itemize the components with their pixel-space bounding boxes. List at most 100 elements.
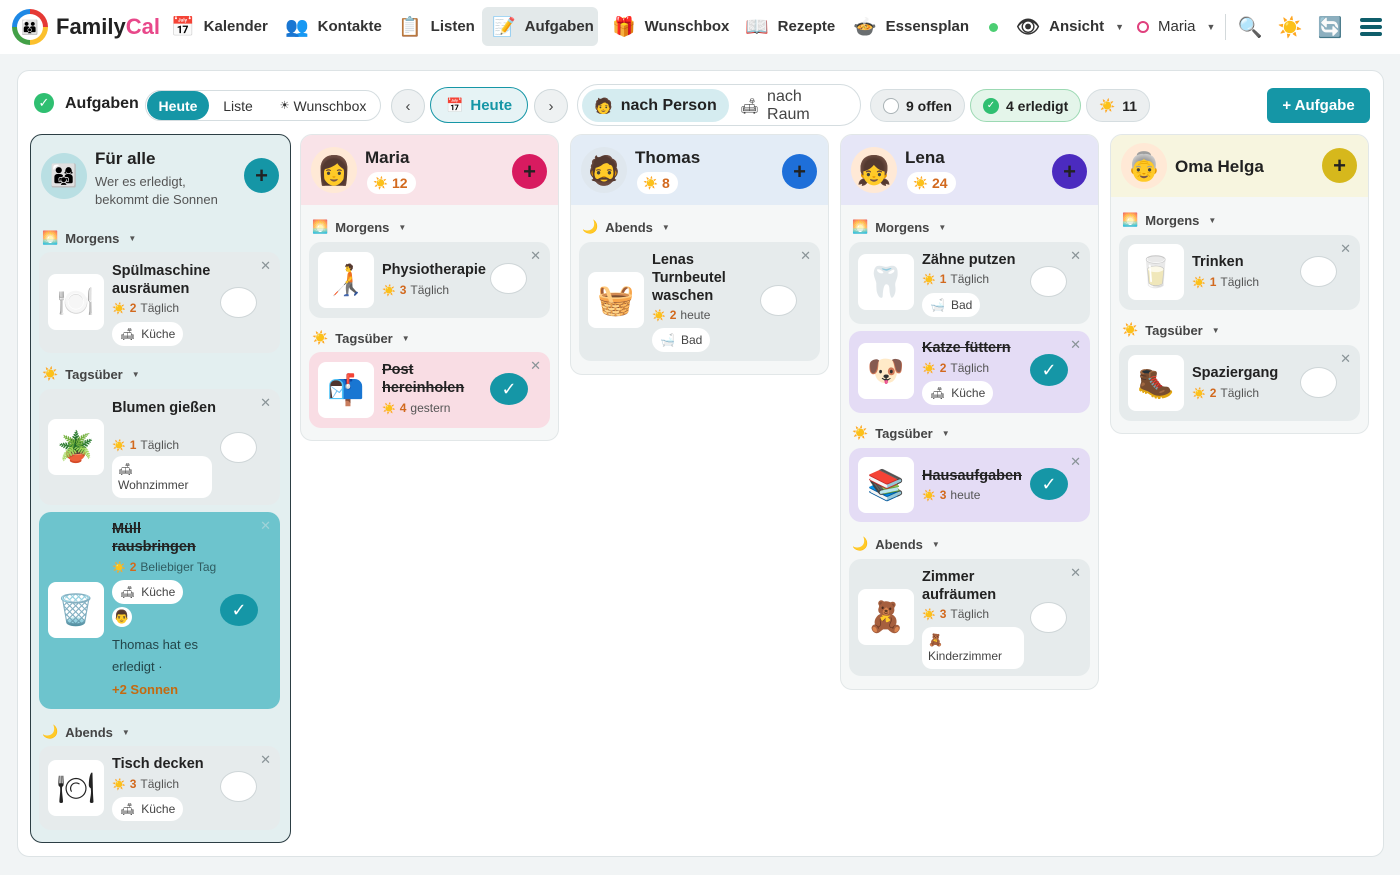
seg-wunschbox[interactable]: ☀ Wunschbox <box>267 91 379 120</box>
physiotherapy-icon: 🧑‍🦯 <box>318 252 374 308</box>
section-label: Morgens <box>875 219 930 235</box>
section-abends[interactable]: 🌙 Abends ▼ <box>852 536 940 552</box>
mailbox-icon: 📬 <box>318 362 374 418</box>
nav-wunschbox[interactable]: 🎁 Wunschbox <box>602 7 739 46</box>
task-meta: ☀️ 1 Täglich <box>112 438 179 452</box>
task-card-spaziergang[interactable]: 🥾 Spaziergang ☀️ 2 Täglich ✕ <box>1119 345 1360 421</box>
complete-toggle[interactable] <box>490 263 527 294</box>
prev-day-button[interactable]: ‹ <box>391 89 425 123</box>
complete-toggle[interactable] <box>220 432 257 463</box>
complete-toggle[interactable] <box>1300 367 1337 398</box>
task-card-muell[interactable]: 🗑️ Müll rausbringen ☀️ 2 Beliebiger Tag 🛋 K… <box>39 512 280 709</box>
completed-check[interactable]: ✓ <box>490 373 528 405</box>
close-icon[interactable]: ✕ <box>1340 241 1351 257</box>
add-task-button[interactable]: + Aufgabe <box>1267 88 1370 123</box>
section-tagsueber[interactable]: ☀️ Tagsüber ▼ <box>852 425 950 441</box>
close-icon[interactable]: ✕ <box>1070 565 1081 581</box>
task-card-post[interactable]: 📬 Post hereinholen ☀️ 4 gestern ✓ ✕ <box>309 352 550 428</box>
add-task-plus-button[interactable]: + <box>782 154 817 189</box>
task-card-blumen[interactable]: 🪴 Blumen gießen ☀️ 1 Täglich 🛋 Wohnzimmer ✕ <box>39 389 280 505</box>
thomas-avatar: 👨 <box>112 607 132 627</box>
completed-check[interactable]: ✓ <box>1030 468 1068 500</box>
nav-kontakte[interactable]: 👥 Kontakte <box>275 7 392 46</box>
done-count-pill[interactable]: ✓ 4 erledigt <box>970 89 1082 122</box>
close-icon[interactable]: ✕ <box>1070 454 1081 470</box>
complete-toggle[interactable] <box>760 285 797 316</box>
nav-listen[interactable]: 📋 Listen <box>388 7 485 46</box>
hamburger-icon <box>1360 18 1382 36</box>
section-tagsueber[interactable]: ☀️ Tagsüber ▼ <box>42 366 140 382</box>
task-card-hausaufgaben[interactable]: 📚 Hausaufgaben ☀️ 3 heute ✓ ✕ <box>849 448 1090 522</box>
task-frequency: Täglich <box>950 272 990 286</box>
view-dropdown[interactable]: 👁 Ansicht ▼ <box>1006 7 1134 46</box>
complete-toggle[interactable] <box>1300 256 1337 287</box>
group-by-person[interactable]: 🧑 nach Person <box>582 89 729 122</box>
brand-name[interactable]: FamilyCal <box>56 14 160 40</box>
open-count-pill[interactable]: 9 offen <box>870 89 965 122</box>
close-icon[interactable]: ✕ <box>260 395 271 411</box>
next-day-button[interactable]: › <box>534 89 568 123</box>
app-logo[interactable]: 👪 <box>12 9 48 45</box>
section-morgens[interactable]: 🌅 Morgens ▼ <box>312 219 406 235</box>
close-icon[interactable]: ✕ <box>530 248 541 264</box>
close-icon[interactable]: ✕ <box>530 358 541 374</box>
section-morgens[interactable]: 🌅 Morgens ▼ <box>852 219 946 235</box>
search-button[interactable]: 🔍 <box>1236 13 1264 41</box>
sun-icon: ☀️ <box>112 439 126 452</box>
user-dropdown[interactable]: Maria ▼ <box>1127 7 1225 46</box>
today-button[interactable]: 📅 Heute <box>430 87 528 123</box>
add-task-plus-button[interactable]: + <box>1052 154 1087 189</box>
task-card-katze[interactable]: 🐶 Katze füttern ☀️ 2 Täglich 🛋 Küche ✓ ✕ <box>849 331 1090 413</box>
nav-essensplan[interactable]: 🍲 Essensplan <box>843 7 979 46</box>
task-card-trinken[interactable]: 🥛 Trinken ☀️ 1 Täglich ✕ <box>1119 235 1360 310</box>
task-card-zaehne[interactable]: 🦷 Zähne putzen ☀️ 1 Täglich 🛁 Bad ✕ <box>849 242 1090 324</box>
section-morgens[interactable]: 🌅 Morgens ▼ <box>1122 212 1216 228</box>
room-tag: 🛋 Küche <box>112 322 184 346</box>
theme-toggle[interactable]: ☀️ <box>1276 13 1304 41</box>
close-icon[interactable]: ✕ <box>1070 337 1081 353</box>
column-header: 🧔 Thomas ☀️ 8 + <box>571 135 828 205</box>
complete-toggle[interactable] <box>1030 602 1067 633</box>
section-tagsueber[interactable]: ☀️ Tagsüber ▼ <box>1122 322 1220 338</box>
task-card-turnbeutel[interactable]: 🧺 Lenas Turnbeutel waschen ☀️ 2 heute 🛁 Bad… <box>579 242 820 361</box>
walking-path-icon: 🥾 <box>1128 355 1184 411</box>
task-card-spuelmaschine[interactable]: 🍽️ Spülmaschine ausräumen ☀️ 2 Täglich 🛋 Kü… <box>39 252 280 353</box>
tasks-icon: 📝 <box>492 16 516 38</box>
suns-count-pill[interactable]: ☀️ 11 <box>1086 89 1150 122</box>
column-header: 👨‍👩‍👧 Für alle Wer es erledigt, bekommt … <box>31 135 290 215</box>
section-tagsueber[interactable]: ☀️ Tagsüber ▼ <box>312 330 410 346</box>
task-card-physiotherapie[interactable]: 🧑‍🦯 Physiotherapie ☀️ 3 Täglich ✕ <box>309 242 550 318</box>
add-task-plus-button[interactable]: + <box>1322 148 1357 183</box>
complete-toggle[interactable] <box>220 287 257 318</box>
close-icon[interactable]: ✕ <box>260 518 271 534</box>
seg-liste[interactable]: Liste <box>209 91 267 120</box>
sync-button[interactable]: 🔄 <box>1316 13 1344 41</box>
add-task-plus-button[interactable]: + <box>244 158 279 193</box>
group-by-room[interactable]: 🛋 nach Raum <box>728 88 860 123</box>
complete-toggle[interactable] <box>220 771 257 802</box>
close-icon[interactable]: ✕ <box>1340 351 1351 367</box>
room-label: Wohnzimmer <box>118 478 189 492</box>
nav-aufgaben[interactable]: 📝 Aufgaben <box>482 7 598 46</box>
task-card-zimmer[interactable]: 🧸 Zimmer aufräumen ☀️ 3 Täglich 🧸 Kinderzim… <box>849 559 1090 676</box>
completed-check[interactable]: ✓ <box>1030 354 1068 386</box>
laundry-basket-icon: 🧺 <box>588 272 644 328</box>
complete-toggle[interactable] <box>1030 266 1067 297</box>
nav-rezepte[interactable]: 📖 Rezepte <box>735 7 845 46</box>
seg-heute[interactable]: Heute <box>147 91 209 120</box>
close-icon[interactable]: ✕ <box>260 258 271 274</box>
completed-check[interactable]: ✓ <box>220 594 258 626</box>
room-label: Küche <box>141 585 176 599</box>
section-morgens[interactable]: 🌅 Morgens ▼ <box>42 230 136 246</box>
section-abends[interactable]: 🌙 Abends ▼ <box>42 724 130 740</box>
menu-button[interactable] <box>1357 13 1385 41</box>
room-tag: 🛋 Küche <box>112 797 184 821</box>
close-icon[interactable]: ✕ <box>1070 248 1081 264</box>
task-card-tisch[interactable]: 🍽 Tisch decken ☀️ 3 Täglich 🛋 Küche ✕ <box>39 746 280 830</box>
close-icon[interactable]: ✕ <box>800 248 811 264</box>
room-tag: 🛁 Bad <box>652 328 711 352</box>
nav-kalender[interactable]: 📅 Kalender <box>161 7 278 46</box>
close-icon[interactable]: ✕ <box>260 752 271 768</box>
section-abends[interactable]: 🌙 Abends ▼ <box>582 219 670 235</box>
add-task-plus-button[interactable]: + <box>512 154 547 189</box>
